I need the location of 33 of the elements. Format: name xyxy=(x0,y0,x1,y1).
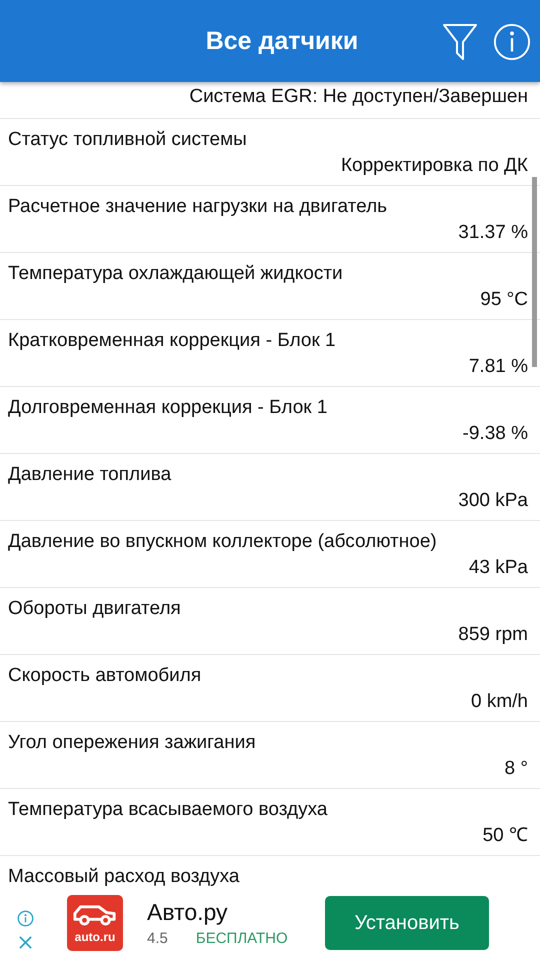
sensor-value: 50 ℃ xyxy=(482,824,528,848)
sensor-name: Угол опережения зажигания xyxy=(8,731,256,755)
sensor-name: Скорость автомобиля xyxy=(8,664,202,688)
sensor-name: Расчетное значение нагрузки на двигатель xyxy=(8,195,388,219)
sensor-value: -9.38 % xyxy=(462,422,528,446)
sensor-name: Температура охлаждающей жидкости xyxy=(8,262,343,286)
sensor-name: Долговременная коррекция - Блок 1 xyxy=(8,396,328,420)
sensor-name: Температура всасываемого воздуха xyxy=(8,798,328,822)
info-icon[interactable] xyxy=(17,910,34,927)
sensor-value: 95 °C xyxy=(480,288,528,312)
sensor-name: Кратковременная коррекция - Блок 1 xyxy=(8,329,336,353)
sensor-value: 859 rpm xyxy=(458,623,528,647)
sensor-name: Массовый расход воздуха xyxy=(8,865,240,889)
close-icon[interactable] xyxy=(18,935,33,950)
sensor-name: Обороты двигателя xyxy=(8,597,181,621)
sensor-value: 8 ° xyxy=(504,757,528,781)
app-rating: 4.5 xyxy=(147,930,168,947)
sensor-value: Корректировка по ДК xyxy=(340,154,528,178)
sensor-value: Система EGR: Не доступен/Завершен xyxy=(189,85,528,109)
sensor-value: 0 km/h xyxy=(470,690,528,714)
screen-title: Все датчики xyxy=(204,26,360,56)
sensor-name: Давление топлива xyxy=(8,463,172,487)
sensor-value: 300 kPa xyxy=(458,489,528,513)
sensor-value: 7.81 % xyxy=(468,355,528,379)
sensor-name: Статус топливной системы xyxy=(8,128,247,152)
install-button[interactable]: Установить xyxy=(325,896,489,950)
app-name: Авто.ру xyxy=(147,899,228,926)
logo-text: auto.ru xyxy=(74,930,116,944)
filter-icon[interactable] xyxy=(442,22,478,62)
sensor-value: 43 kPa xyxy=(468,556,528,580)
sensor-value: 31.37 % xyxy=(458,221,528,245)
sensor-name: Давление во впускном коллекторе (абсолютное) xyxy=(8,530,437,554)
app-price: БЕСПЛАТНО xyxy=(196,930,288,947)
